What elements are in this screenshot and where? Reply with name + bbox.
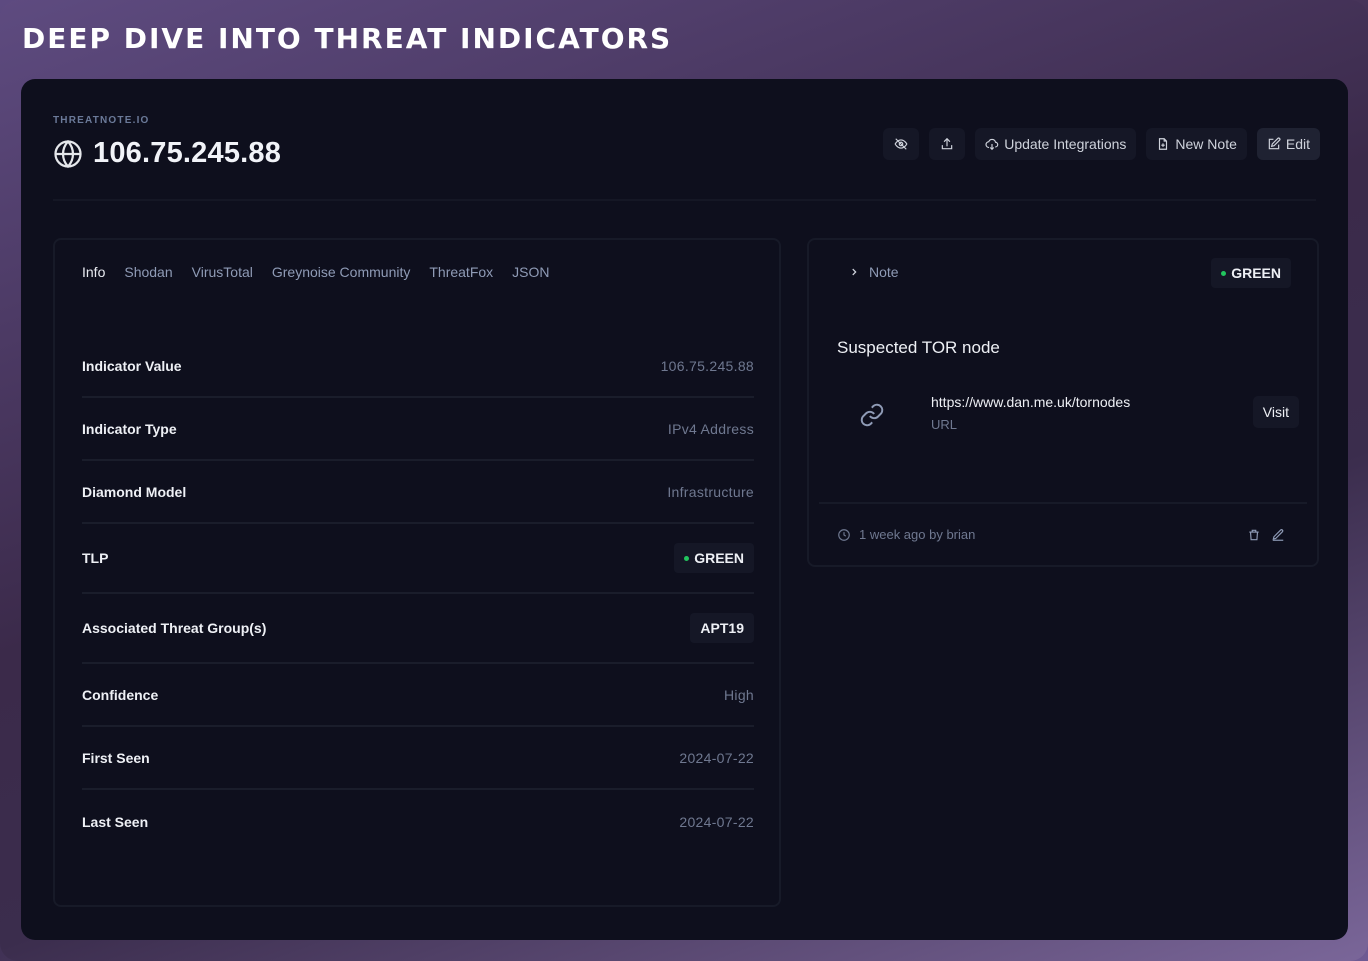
row-value: IPv4 Address	[667, 420, 754, 437]
globe-icon	[54, 139, 82, 168]
header-divider	[53, 199, 1316, 201]
status-dot	[684, 555, 690, 561]
note-footer: 1 week ago by brian	[837, 527, 975, 542]
indicator-panel: THREATNOTE.IO 106.75.245.88 Update Integ…	[21, 79, 1348, 940]
row-value: Infrastructure	[667, 483, 754, 500]
pencil-icon[interactable]	[1271, 528, 1285, 542]
table-row: First Seen 2024-07-22	[82, 727, 754, 790]
table-row: Associated Threat Group(s) APT19	[82, 594, 754, 664]
note-actions	[1247, 528, 1285, 542]
threat-group-text: APT19	[700, 620, 744, 636]
eye-off-icon	[894, 138, 908, 150]
status-dot	[1221, 270, 1227, 276]
link-icon	[860, 403, 884, 427]
tab-info[interactable]: Info	[82, 264, 105, 280]
new-note-label: New Note	[1175, 136, 1237, 152]
banner-title: DEEP DIVE INTO THREAT INDICATORS	[22, 22, 673, 55]
row-value: 2024-07-22	[679, 813, 754, 830]
row-label: Diamond Model	[82, 483, 187, 500]
toolbar: Update Integrations New Note Edit	[883, 128, 1320, 160]
brand-label: THREATNOTE.IO	[53, 115, 150, 126]
hide-button[interactable]	[883, 128, 920, 160]
link-type: URL	[931, 417, 958, 432]
indicator-title: 106.75.245.88	[93, 137, 282, 169]
cloud-download-icon	[985, 138, 999, 151]
update-integrations-label: Update Integrations	[1004, 136, 1127, 152]
row-label: First Seen	[82, 749, 150, 766]
indicator-title-row: 106.75.245.88	[53, 137, 281, 170]
file-plus-icon	[1159, 138, 1168, 150]
tab-json[interactable]: JSON	[512, 264, 549, 280]
note-tlp-text: GREEN	[1231, 265, 1281, 281]
table-row: Last Seen 2024-07-22	[82, 790, 754, 853]
tab-virustotal[interactable]: VirusTotal	[192, 264, 253, 280]
note-link: https://www.dan.me.uk/tornodes URL Visit	[859, 390, 1299, 438]
tlp-badge: GREEN	[674, 543, 754, 573]
edit-label: Edit	[1285, 136, 1310, 152]
visit-button[interactable]: Visit	[1252, 396, 1299, 428]
info-table: Indicator Value 106.75.245.88 Indicator …	[82, 335, 754, 853]
note-tlp-badge: GREEN	[1211, 258, 1291, 288]
row-label: Last Seen	[82, 813, 149, 830]
tab-greynoise-community[interactable]: Greynoise Community	[272, 264, 411, 280]
info-card: Info Shodan VirusTotal Greynoise Communi…	[53, 238, 781, 907]
integration-tabs: Info Shodan VirusTotal Greynoise Communi…	[82, 264, 550, 280]
tab-threatfox[interactable]: ThreatFox	[429, 264, 493, 280]
update-integrations-button[interactable]: Update Integrations	[975, 128, 1137, 160]
threat-group-badge[interactable]: APT19	[690, 613, 754, 643]
table-row: Indicator Type IPv4 Address	[82, 398, 754, 461]
note-timestamp: 1 week ago by brian	[859, 527, 976, 542]
clock-icon	[838, 528, 850, 541]
row-value: High	[724, 686, 754, 703]
row-label: Confidence	[82, 686, 159, 703]
row-label: Associated Threat Group(s)	[82, 620, 267, 636]
row-value: 106.75.245.88	[660, 357, 754, 374]
share-icon	[941, 137, 953, 150]
edit-button[interactable]: Edit	[1256, 128, 1320, 160]
note-divider	[819, 502, 1307, 504]
tlp-badge-text: GREEN	[694, 550, 744, 566]
table-row: Diamond Model Infrastructure	[82, 461, 754, 524]
row-label: Indicator Type	[82, 420, 177, 437]
link-url[interactable]: https://www.dan.me.uk/tornodes	[931, 394, 1130, 410]
trash-icon[interactable]	[1247, 528, 1261, 542]
table-row: TLP GREEN	[82, 524, 754, 594]
export-button[interactable]	[929, 128, 966, 160]
screenshot-frame: DEEP DIVE INTO THREAT INDICATORS THREATN…	[0, 0, 1368, 961]
row-label: TLP	[82, 550, 109, 566]
note-title: Suspected TOR node	[837, 338, 1000, 357]
chevron-right-icon	[852, 268, 857, 276]
note-card: Note GREEN Suspected TOR node https://ww…	[807, 238, 1319, 567]
note-toggle-label: Note	[869, 264, 899, 280]
row-value: 2024-07-22	[679, 749, 754, 766]
note-toggle[interactable]: Note	[849, 264, 899, 280]
table-row: Confidence High	[82, 664, 754, 727]
tab-shodan[interactable]: Shodan	[124, 264, 172, 280]
table-row: Indicator Value 106.75.245.88	[82, 335, 754, 398]
edit-icon	[1268, 137, 1281, 150]
row-label: Indicator Value	[82, 357, 182, 374]
new-note-button[interactable]: New Note	[1146, 128, 1247, 160]
